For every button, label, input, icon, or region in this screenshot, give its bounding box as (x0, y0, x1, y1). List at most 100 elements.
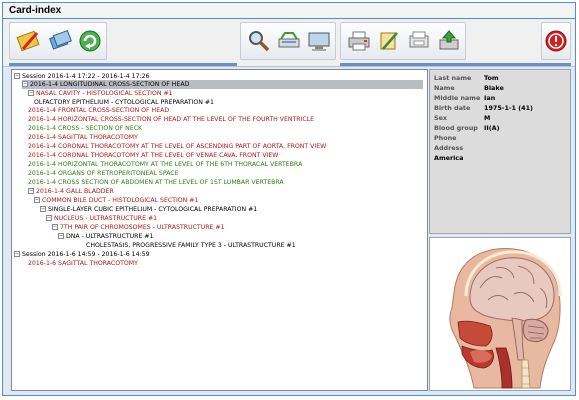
tree-row[interactable]: 2016-1-4 HORIZONTAL CROSS-SECTION OF HEA… (28, 115, 314, 124)
tree-row-label: CHOLESTASIS, PROGRESSIVE FAMILY TYPE 3 -… (86, 242, 296, 249)
tree-row[interactable]: 2016-1-6 SAGITTAL THORACOTOMY (28, 259, 138, 268)
print-preview-icon (409, 31, 429, 48)
tree-expander-icon[interactable]: − (34, 197, 40, 203)
tree-expander-icon[interactable]: − (22, 81, 28, 87)
tree-row-label: 7TH PAIR OF CHROMOSOMES - ULTRASTRUCTURE… (60, 224, 225, 231)
window-title: Card-index (9, 5, 62, 16)
copy-card-icon (49, 29, 72, 50)
print-preview-button[interactable] (405, 27, 433, 55)
toolbar-group-middle (240, 22, 336, 60)
tree-row[interactable]: − COMMON BILE DUCT - HISTOLOGICAL SECTION… (34, 196, 198, 205)
tree-row-label: 2016-1-4 HORIZONTAL CROSS-SECTION OF HEA… (28, 116, 315, 123)
tree-row[interactable]: −2016-1-4 GALL BLADDER (28, 187, 114, 196)
tree-row-label: OLFACTORY EPITHELIUM - CYTOLOGICAL PREPA… (34, 99, 214, 106)
tree-row[interactable]: 2016-1-4 ORGANS OF RETROPERITONEAL SPACE (28, 169, 179, 178)
patient-field-value: M (484, 114, 491, 122)
toolbar-group-right (340, 22, 466, 60)
title-bar: Card-index (3, 3, 575, 19)
printer-button[interactable] (345, 27, 373, 55)
patient-field-label: Birth date (434, 104, 471, 112)
tree-row[interactable]: 2016-1-4 FRONTAL CROSS-SECTION OF HEAD (28, 106, 169, 115)
head-cross-section-image (449, 248, 562, 389)
tree-expander-icon[interactable]: − (14, 251, 20, 257)
tree-row[interactable]: −7TH PAIR OF CHROMOSOMES - ULTRASTRUCTUR… (52, 223, 225, 232)
patient-info-panel: Last name Tom Name Blake Middle name Ian Birth… (429, 69, 571, 234)
tree-row[interactable]: 2016-1-4 CROSS SECTION OF ABDOMEN AT THE… (28, 178, 284, 187)
scanner-button[interactable] (275, 27, 303, 55)
tree-row-label: 2016-1-4 SAGITTAL THORACOTOMY (28, 134, 138, 141)
copy-card-button[interactable] (46, 27, 74, 55)
tree-row[interactable]: − NASAL CAVITY - HISTOLOGICAL SECTION #1 (28, 89, 173, 98)
toolbar-divider-right (340, 63, 571, 66)
alert-icon (545, 30, 567, 52)
tree-row-label: DNA - ULTRASTRUCTURE #1 (66, 233, 154, 240)
tree-row[interactable]: − SINGLE-LAYER CUBIC EPITHELIUM - CYTOLOG… (40, 205, 257, 214)
study-tree[interactable]: − Session 2016-1-4 17:22 - 2016-1-4 17:26… (11, 69, 428, 391)
save-disk-icon (439, 30, 459, 50)
tree-row[interactable]: −2016-1-4 LONGITUDINAL CROSS-SECTION OF … (22, 80, 423, 89)
tree-row-label: 2016-1-4 ORGANS OF RETROPERITONEAL SPACE (28, 170, 179, 177)
monitor-button[interactable] (305, 27, 333, 55)
patient-field-label: Last name (434, 74, 472, 82)
tree-row-label: COMMON BILE DUCT - HISTOLOGICAL SECTION … (42, 197, 199, 204)
tree-expander-icon[interactable]: − (52, 224, 58, 230)
scanner-icon (278, 32, 300, 48)
toolbar (3, 19, 575, 67)
tree-row-label: 2016-1-4 CORONAL THORACOTOMY AT THE LEVE… (28, 152, 279, 159)
tree-row-label: 2016-1-4 FRONTAL CROSS-SECTION OF HEAD (28, 107, 170, 114)
tree-row-label: 2016-1-4 LONGITUDINAL CROSS-SECTION OF H… (30, 81, 190, 88)
tree-expander-icon[interactable]: − (14, 73, 20, 79)
export-button[interactable] (375, 27, 403, 55)
tree-row[interactable]: − DNA - ULTRASTRUCTURE #1 (58, 232, 153, 241)
tree-row[interactable]: 2016-1-4 HORIZONTAL THORACOTOMY AT THE L… (28, 160, 302, 169)
patient-field-label: Phone (434, 134, 457, 142)
tree-expander-icon[interactable]: − (58, 233, 64, 239)
refresh-icon (79, 30, 101, 52)
patient-field-value: Ian (484, 94, 496, 102)
patient-field-value: II(A) (484, 124, 500, 132)
tree-row[interactable]: 2016-1-4 CORONAL THORACOTOMY AT THE LEVE… (28, 151, 278, 160)
tree-row[interactable]: 2016-1-4 SAGITTAL THORACOTOMY (28, 133, 138, 142)
tree-row-label: 2016-1-4 CROSS SECTION OF ABDOMEN AT THE… (28, 179, 284, 186)
tree-row[interactable]: − NUCLEUS - ULTRASTRUCTURE #1 (46, 214, 157, 223)
tree-row-label: NASAL CAVITY - HISTOLOGICAL SECTION #1 (36, 90, 173, 97)
patient-field-label: Middle name (434, 94, 481, 102)
tree-row-label: 2016-1-6 SAGITTAL THORACOTOMY (28, 260, 138, 267)
monitor-icon (308, 32, 330, 51)
alert-button[interactable] (542, 27, 570, 55)
patient-field-value: 1975-1-1 (41) (484, 104, 533, 112)
tree-row[interactable]: 2016-1-4 CROSS - SECTION OF NECK (28, 124, 142, 133)
patient-field-value: America (434, 154, 464, 162)
tree-expander-icon[interactable]: − (46, 215, 52, 221)
patient-field-label: Blood group (434, 124, 478, 132)
tree-expander-icon[interactable]: − (28, 188, 34, 194)
refresh-button[interactable] (76, 27, 104, 55)
save-disk-button[interactable] (435, 27, 463, 55)
patient-field-value: Tom (484, 74, 499, 82)
tree-row-label: 2016-1-4 GALL BLADDER (36, 188, 114, 195)
tree-row[interactable]: − Session 2016-1-6 14:59 - 2016-1-6 14:59 (14, 250, 150, 259)
toolbar-group-alert (541, 22, 571, 60)
search-zoom-button[interactable] (245, 27, 273, 55)
edit-card-button[interactable] (15, 27, 43, 55)
tree-expander-icon[interactable]: − (28, 90, 34, 96)
tree-row-label: 2016-1-4 CORONAL THORACOTOMY AT THE LEVE… (28, 143, 327, 150)
tree-row-label: 2016-1-4 CROSS - SECTION OF NECK (28, 125, 143, 132)
edit-card-icon (16, 30, 40, 52)
patient-field-label: Address (434, 144, 464, 152)
anatomy-image-panel (429, 237, 571, 391)
patient-field-label: Sex (434, 114, 448, 122)
tree-row[interactable]: CHOLESTASIS, PROGRESSIVE FAMILY TYPE 3 -… (86, 241, 296, 250)
toolbar-group-left (9, 22, 107, 60)
tree-row-label: Session 2016-1-4 17:22 - 2016-1-4 17:26 (22, 73, 150, 80)
tree-expander-icon[interactable]: − (40, 206, 46, 212)
patient-field-label: Name (434, 84, 455, 92)
card-index-window: Card-index − Session 2016-1-4 17:22 - 20… (2, 2, 576, 396)
tree-row-label: SINGLE-LAYER CUBIC EPITHELIUM - CYTOLOGI… (48, 206, 258, 213)
tree-row[interactable]: 2016-1-4 CORONAL THORACOTOMY AT THE LEVE… (28, 142, 326, 151)
printer-icon (348, 31, 370, 51)
tree-row-label: 2016-1-4 HORIZONTAL THORACOTOMY AT THE L… (28, 161, 303, 168)
search-zoom-icon (249, 31, 270, 52)
toolbar-divider-left (9, 63, 237, 66)
tree-row-label: NUCLEUS - ULTRASTRUCTURE #1 (54, 215, 158, 222)
